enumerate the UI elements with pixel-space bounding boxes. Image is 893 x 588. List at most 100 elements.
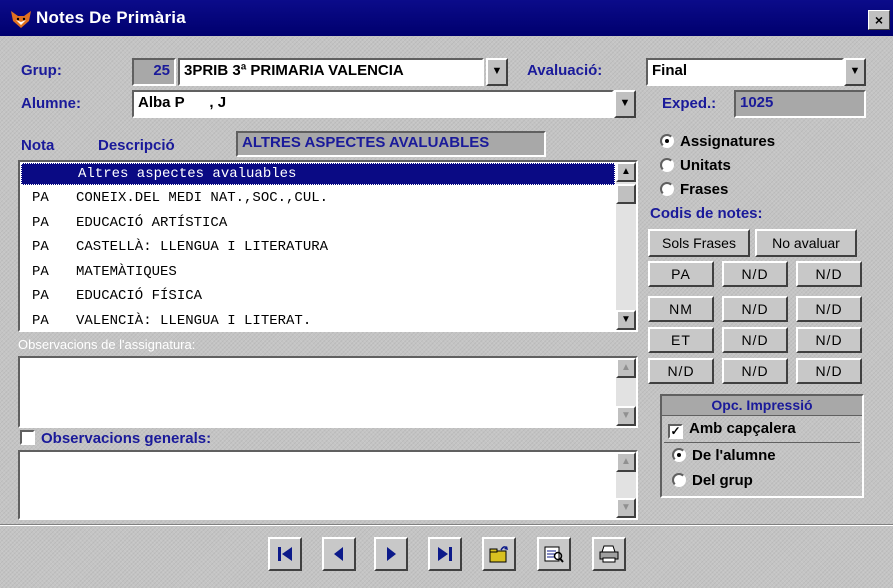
code-button[interactable]: N/D	[722, 358, 788, 384]
code-button[interactable]: ET	[648, 327, 714, 353]
code-button[interactable]: N/D	[796, 327, 862, 353]
code-button[interactable]: N/D	[648, 358, 714, 384]
radio-assignatures[interactable]: Assignatures	[660, 133, 775, 150]
observacions-generals-textarea[interactable]: ▲ ▼	[18, 450, 638, 520]
list-item[interactable]: PA VALENCIÀ: LLENGUA I LITERAT.	[20, 309, 616, 334]
radio-unitats[interactable]: Unitats	[660, 157, 731, 174]
grup-select[interactable]: 3PRIB 3ª PRIMARIA VALENCIA	[178, 58, 484, 86]
radio-de-alumne[interactable]: De l'alumne	[672, 447, 776, 464]
obs-generals-scrollbar[interactable]: ▲ ▼	[616, 452, 636, 518]
first-record-button[interactable]	[268, 537, 302, 571]
code-button[interactable]: N/D	[722, 296, 788, 322]
scroll-thumb[interactable]	[616, 184, 636, 204]
fox-app-icon	[10, 9, 32, 29]
subject-name: EDUCACIÓ ARTÍSTICA	[76, 214, 228, 231]
subject-code: PA	[32, 239, 49, 255]
close-button[interactable]: ×	[868, 10, 890, 30]
subject-name: CONEIX.DEL MEDI NAT.,SOC.,CUL.	[76, 190, 329, 206]
subject-code: PA	[32, 263, 49, 280]
subject-name: EDUCACIÓ FÍSICA	[76, 288, 203, 304]
exped-label: Exped.:	[662, 95, 717, 112]
list-item[interactable]: PA EDUCACIÓ ARTÍSTICA	[20, 211, 616, 236]
code-button[interactable]: NM	[648, 296, 714, 322]
scroll-down-button[interactable]: ▼	[616, 498, 636, 518]
scroll-down-button[interactable]: ▼	[616, 310, 636, 330]
avaluacio-dropdown-button[interactable]: ▼	[844, 58, 866, 86]
radio-assignatures-label: Assignatures	[680, 133, 776, 150]
next-record-button[interactable]	[374, 537, 408, 571]
radio-unselected-icon	[660, 158, 674, 172]
scroll-up-button[interactable]: ▲	[616, 452, 636, 472]
nota-label: Nota	[21, 137, 55, 154]
impressio-divider	[664, 442, 860, 443]
scroll-up-button[interactable]: ▲	[616, 162, 636, 182]
code-button[interactable]: N/D	[722, 261, 788, 287]
grup-number-field: 25	[132, 58, 176, 86]
subjects-list[interactable]: Altres aspectes avaluables PA CONEIX.DEL M…	[18, 160, 638, 332]
observacions-generals-checkbox[interactable]	[20, 430, 35, 445]
subject-code: PA	[32, 312, 49, 329]
open-folder-icon	[489, 546, 508, 563]
impressio-group: Opc. Impressió ✓ Amb capçalera De l'alumn…	[660, 394, 864, 498]
observacions-assignatura-label: Observacions de l'assignatura:	[18, 337, 196, 352]
code-button[interactable]: PA	[648, 261, 714, 287]
sols-frases-button[interactable]: Sols Frases	[648, 229, 750, 257]
subject-code: PA	[32, 288, 49, 304]
de-alumne-label: De l'alumne	[692, 447, 776, 464]
code-button[interactable]: N/D	[722, 327, 788, 353]
avaluacio-select[interactable]: Final	[646, 58, 844, 86]
print-icon	[599, 545, 619, 563]
list-item[interactable]: PA MATEMÀTIQUES	[20, 260, 616, 285]
preview-icon	[544, 546, 564, 563]
alumne-select[interactable]: Alba P , J	[132, 90, 614, 118]
descripcio-field: ALTRES ASPECTES AVALUABLES	[236, 131, 546, 157]
list-item[interactable]: PA CONEIX.DEL MEDI NAT.,SOC.,CUL.	[20, 186, 616, 211]
no-avaluar-button[interactable]: No avaluar	[755, 229, 857, 257]
subjects-scrollbar[interactable]: ▲ ▼	[616, 162, 636, 330]
last-record-button[interactable]	[428, 537, 462, 571]
previous-record-button[interactable]	[322, 537, 356, 571]
del-grup-label: Del grup	[692, 472, 753, 489]
observacions-generals-label: Observacions generals:	[41, 430, 212, 447]
amb-capcalera-label: Amb capçalera	[689, 420, 796, 437]
radio-frases[interactable]: Frases	[660, 181, 728, 198]
bottom-separator	[0, 524, 893, 526]
amb-capcalera-checkbox[interactable]: ✓	[668, 424, 683, 439]
preview-button[interactable]	[537, 537, 571, 571]
first-record-icon	[278, 547, 292, 561]
previous-record-icon	[334, 547, 343, 561]
observacions-generals-row[interactable]: Observacions generals:	[20, 430, 211, 447]
subject-code: PA	[32, 190, 49, 206]
observacions-assignatura-textarea[interactable]: ▲ ▼	[18, 356, 638, 428]
impressio-title: Opc. Impressió	[662, 396, 862, 416]
subject-name: CASTELLÀ: LLENGUA I LITERATURA	[76, 239, 329, 255]
alumne-dropdown-button[interactable]: ▼	[614, 90, 636, 118]
list-item[interactable]: PA EDUCACIÓ FÍSICA	[20, 284, 616, 309]
radio-del-grup[interactable]: Del grup	[672, 472, 753, 489]
list-item-selected[interactable]: Altres aspectes avaluables	[21, 163, 615, 185]
subject-name: Altres aspectes avaluables	[78, 166, 297, 182]
open-folder-button[interactable]	[482, 537, 516, 571]
alumne-label: Alumne:	[21, 95, 81, 112]
window-title: Notes De Primària	[36, 8, 186, 27]
radio-unselected-icon	[660, 182, 674, 196]
title-bar: Notes De Primària ×	[0, 0, 893, 36]
grup-label: Grup:	[21, 62, 62, 79]
print-button[interactable]	[592, 537, 626, 571]
radio-selected-icon	[660, 134, 674, 148]
avaluacio-label: Avaluació:	[527, 62, 603, 79]
last-record-icon	[438, 547, 452, 561]
code-button[interactable]: N/D	[796, 261, 862, 287]
obs-assignatura-scrollbar[interactable]: ▲ ▼	[616, 358, 636, 426]
amb-capcalera-row[interactable]: ✓ Amb capçalera	[668, 420, 796, 439]
radio-selected-icon	[672, 448, 686, 462]
subject-code: PA	[32, 214, 49, 231]
radio-unselected-icon	[672, 473, 686, 487]
scroll-up-button[interactable]: ▲	[616, 358, 636, 378]
code-button[interactable]: N/D	[796, 358, 862, 384]
list-item[interactable]: PA CASTELLÀ: LLENGUA I LITERATURA	[20, 235, 616, 260]
subject-name: VALENCIÀ: LLENGUA I LITERAT.	[76, 312, 312, 329]
grup-dropdown-button[interactable]: ▼	[486, 58, 508, 86]
code-button[interactable]: N/D	[796, 296, 862, 322]
scroll-down-button[interactable]: ▼	[616, 406, 636, 426]
